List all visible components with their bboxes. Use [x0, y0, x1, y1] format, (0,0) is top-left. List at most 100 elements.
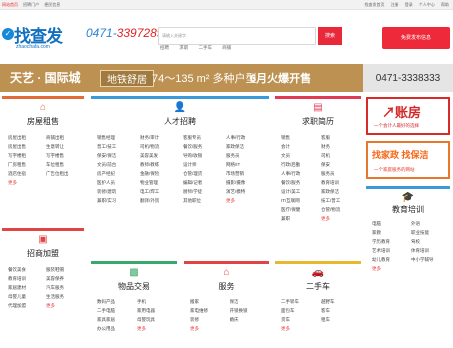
list-item[interactable]: 中小学辅导: [411, 255, 450, 264]
list-item[interactable]: 二手轿车: [281, 297, 321, 306]
list-item[interactable]: 司机: [321, 151, 361, 160]
list-item[interactable]: 设计师: [183, 160, 226, 169]
panel-title[interactable]: 物品交易: [91, 281, 177, 292]
top-link-info[interactable]: 便民信息: [44, 2, 60, 7]
list-item[interactable]: 餐饮/服务: [281, 178, 321, 187]
list-item[interactable]: 司机/物流: [140, 142, 183, 151]
panel-title[interactable]: 求职简历: [275, 116, 361, 127]
list-item[interactable]: 网络/IT: [226, 160, 269, 169]
list-item[interactable]: 文员/前台: [97, 160, 140, 169]
list-item[interactable]: 其他职位: [183, 196, 226, 205]
site-logo[interactable]: ✓ 找查发 zhaochafa.com: [2, 22, 90, 60]
list-item[interactable]: 编辑/记者: [183, 178, 226, 187]
hotword[interactable]: 二手车: [199, 45, 213, 50]
list-item[interactable]: 租车: [321, 315, 361, 324]
list-item[interactable]: 代理加盟: [8, 301, 46, 310]
list-item[interactable]: 装修/建筑: [97, 187, 140, 196]
list-item[interactable]: 保安: [321, 160, 361, 169]
hotword[interactable]: 求职: [179, 45, 188, 50]
panel-title[interactable]: 房屋租售: [2, 116, 84, 127]
list-item[interactable]: 厨师/学徒: [183, 187, 226, 196]
hotword[interactable]: 招聘: [160, 45, 169, 50]
list-item[interactable]: 写字楼租: [8, 151, 46, 160]
list-item[interactable]: 更多: [372, 264, 411, 273]
list-item[interactable]: 技工/普工: [321, 196, 361, 205]
top-link-site-home[interactable]: 找查发首页: [365, 2, 385, 7]
list-item[interactable]: IT/互联网: [281, 196, 321, 205]
list-item[interactable]: 销售: [281, 133, 321, 142]
list-item[interactable]: 酒店住宿: [8, 169, 46, 178]
help-link[interactable]: 帮助: [441, 2, 449, 7]
hotword[interactable]: 商铺: [222, 45, 231, 50]
list-item[interactable]: 电工/焊工: [140, 187, 183, 196]
panel-title[interactable]: 教育培训: [366, 204, 450, 215]
list-item[interactable]: 数码产品: [97, 297, 137, 306]
list-item[interactable]: 家具家居: [97, 315, 137, 324]
list-item[interactable]: 家政保洁: [226, 142, 269, 151]
list-item[interactable]: 更多: [190, 324, 230, 333]
list-item[interactable]: 服务员: [321, 169, 361, 178]
list-item[interactable]: 幼儿教育: [372, 255, 411, 264]
list-item[interactable]: 广告位租出: [46, 169, 84, 178]
list-item[interactable]: 仓管/物流: [321, 205, 361, 214]
panel-title[interactable]: 人才招聘: [91, 116, 269, 127]
ad-zhangfang[interactable]: ↗账房 一个会计人最好的选择: [366, 97, 450, 135]
list-item[interactable]: 服装鞋帽: [46, 265, 84, 274]
list-item[interactable]: 美容保养: [46, 274, 84, 283]
top-link-jobs[interactable]: 招聘门户: [23, 2, 39, 7]
list-item[interactable]: 厂房租售: [8, 160, 46, 169]
list-item[interactable]: 家电维修: [190, 306, 230, 315]
search-button[interactable]: 搜索: [318, 27, 342, 45]
list-item[interactable]: 金融/保险: [140, 169, 183, 178]
list-item[interactable]: 家教: [372, 228, 411, 237]
list-item[interactable]: 导购/收银: [183, 151, 226, 160]
list-item[interactable]: 艺术培训: [372, 246, 411, 255]
list-item[interactable]: 更多: [321, 214, 361, 223]
ad-jiazheng[interactable]: 找家政 找保洁 一个家庭服务的网站: [366, 141, 450, 179]
list-item[interactable]: 驾校: [411, 237, 450, 246]
list-item[interactable]: 市场营销: [226, 169, 269, 178]
list-item[interactable]: 房屋出租: [8, 133, 46, 142]
login-link[interactable]: 登录: [405, 2, 413, 7]
list-item[interactable]: 美容美发: [140, 151, 183, 160]
list-item[interactable]: 二手电脑: [97, 306, 137, 315]
list-item[interactable]: 财务: [321, 142, 361, 151]
list-item[interactable]: 体育培训: [411, 246, 450, 255]
list-item[interactable]: 教育培训: [321, 178, 361, 187]
list-item[interactable]: 人事/行政: [281, 169, 321, 178]
list-item[interactable]: 房屋出售: [8, 142, 46, 151]
user-center-link[interactable]: 个人中心: [419, 2, 435, 7]
list-item[interactable]: 客服专员: [183, 133, 226, 142]
list-item[interactable]: 医疗/保健: [281, 205, 321, 214]
list-item[interactable]: 家政保洁: [321, 187, 361, 196]
list-item[interactable]: 演艺/模特: [226, 187, 269, 196]
list-item[interactable]: 生活服务: [46, 292, 84, 301]
list-item[interactable]: 客服: [321, 133, 361, 142]
list-item[interactable]: 教师/教练: [140, 160, 183, 169]
post-info-button[interactable]: 免费发布信息: [382, 27, 450, 49]
panel-title[interactable]: 二手车: [275, 281, 361, 292]
top-link-home[interactable]: 网站首页: [2, 2, 18, 7]
list-item[interactable]: 外语: [411, 219, 450, 228]
list-item[interactable]: 会计: [281, 142, 321, 151]
list-item[interactable]: 更多: [137, 324, 177, 333]
list-item[interactable]: 教育培训: [8, 274, 46, 283]
list-item[interactable]: 设计/美工: [281, 187, 321, 196]
list-item[interactable]: 生意转让: [46, 142, 84, 151]
list-item[interactable]: 餐饮/服务: [183, 142, 226, 151]
list-item[interactable]: 货车: [281, 315, 321, 324]
list-item[interactable]: 房产经纪: [97, 169, 140, 178]
list-item[interactable]: 更多: [46, 301, 84, 310]
list-item[interactable]: 保洁: [230, 297, 270, 306]
list-item[interactable]: 办公用品: [97, 324, 137, 333]
list-item[interactable]: 写字楼售: [46, 151, 84, 160]
panel-title[interactable]: 服务: [184, 281, 269, 292]
list-item[interactable]: 摄影/摄像: [226, 178, 269, 187]
promo-banner[interactable]: 天艺 · 国际城 地铁舒居 74～135 m² 多种户型 6月火爆开售 0471…: [0, 64, 453, 92]
list-item[interactable]: 财务/审计: [140, 133, 183, 142]
list-item[interactable]: 车位租售: [46, 160, 84, 169]
list-item[interactable]: 文员: [281, 151, 321, 160]
list-item[interactable]: 汽车服务: [46, 283, 84, 292]
list-item[interactable]: 兼职/实习: [97, 196, 140, 205]
list-item[interactable]: 更多: [281, 324, 321, 333]
